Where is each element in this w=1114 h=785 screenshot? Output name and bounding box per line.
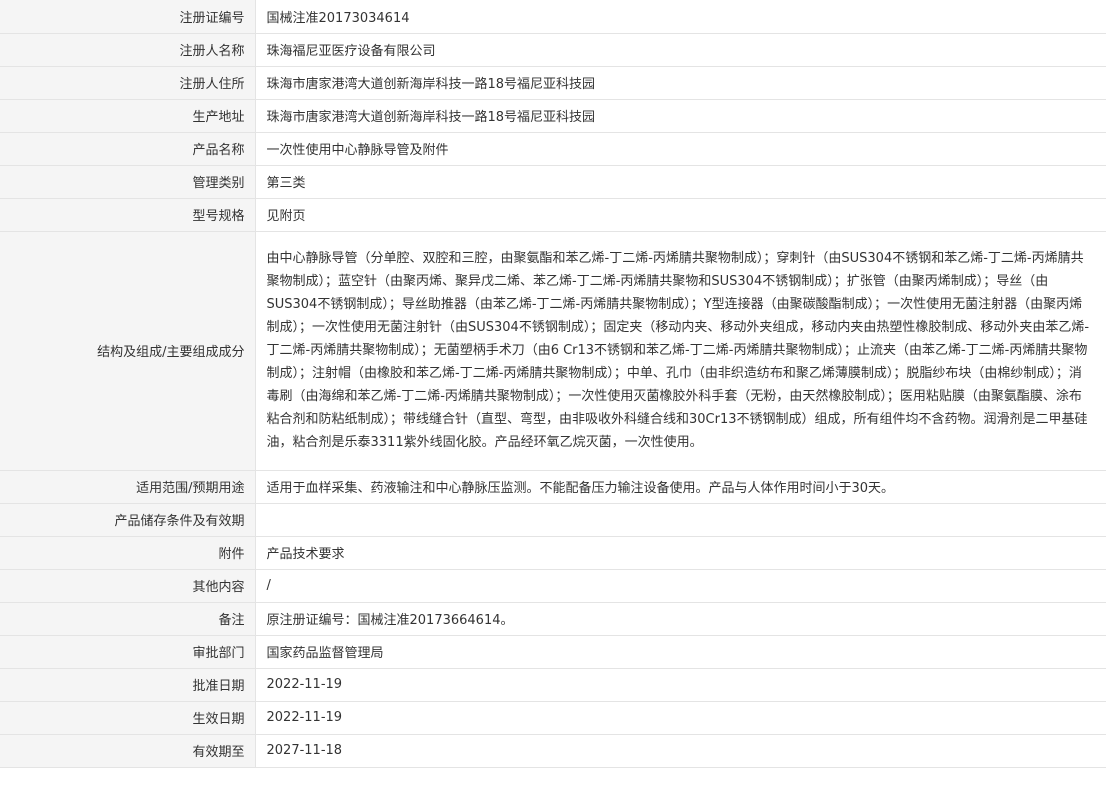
- row-registrant-name: 注册人名称 珠海福尼亚医疗设备有限公司: [0, 33, 1106, 67]
- value-model-spec: 见附页: [255, 198, 1106, 232]
- label-registrant-address: 注册人住所: [0, 66, 256, 100]
- label-management-category: 管理类别: [0, 165, 256, 199]
- row-structure-composition: 结构及组成/主要组成成分 由中心静脉导管（分单腔、双腔和三腔，由聚氨酯和苯乙烯-…: [0, 231, 1106, 471]
- row-other-content: 其他内容 /: [0, 569, 1106, 603]
- row-approval-date: 批准日期 2022-11-19: [0, 668, 1106, 702]
- row-management-category: 管理类别 第三类: [0, 165, 1106, 199]
- row-registrant-address: 注册人住所 珠海市唐家港湾大道创新海岸科技一路18号福尼亚科技园: [0, 66, 1106, 100]
- value-registrant-name: 珠海福尼亚医疗设备有限公司: [255, 33, 1106, 67]
- value-approval-department: 国家药品监督管理局: [255, 635, 1106, 669]
- label-production-address: 生产地址: [0, 99, 256, 133]
- row-registration-number: 注册证编号 国械注准20173034614: [0, 0, 1106, 34]
- label-registration-number: 注册证编号: [0, 0, 256, 34]
- value-approval-date: 2022-11-19: [255, 668, 1106, 702]
- label-approval-department: 审批部门: [0, 635, 256, 669]
- label-effective-date: 生效日期: [0, 701, 256, 735]
- row-intended-use: 适用范围/预期用途 适用于血样采集、药液输注和中心静脉压监测。不能配备压力输注设…: [0, 470, 1106, 504]
- row-expiry-date: 有效期至 2027-11-18: [0, 734, 1106, 768]
- value-registrant-address: 珠海市唐家港湾大道创新海岸科技一路18号福尼亚科技园: [255, 66, 1106, 100]
- value-attachment: 产品技术要求: [255, 536, 1106, 570]
- label-storage-validity: 产品储存条件及有效期: [0, 503, 256, 537]
- label-product-name: 产品名称: [0, 132, 256, 166]
- value-intended-use: 适用于血样采集、药液输注和中心静脉压监测。不能配备压力输注设备使用。产品与人体作…: [255, 470, 1106, 504]
- value-registration-number: 国械注准20173034614: [255, 0, 1106, 34]
- value-storage-validity: [255, 503, 1106, 537]
- value-production-address: 珠海市唐家港湾大道创新海岸科技一路18号福尼亚科技园: [255, 99, 1106, 133]
- value-management-category: 第三类: [255, 165, 1106, 199]
- label-model-spec: 型号规格: [0, 198, 256, 232]
- label-attachment: 附件: [0, 536, 256, 570]
- value-other-content: /: [255, 569, 1106, 603]
- label-intended-use: 适用范围/预期用途: [0, 470, 256, 504]
- row-approval-department: 审批部门 国家药品监督管理局: [0, 635, 1106, 669]
- label-approval-date: 批准日期: [0, 668, 256, 702]
- row-product-name: 产品名称 一次性使用中心静脉导管及附件: [0, 132, 1106, 166]
- label-other-content: 其他内容: [0, 569, 256, 603]
- value-structure-composition: 由中心静脉导管（分单腔、双腔和三腔，由聚氨酯和苯乙烯-丁二烯-丙烯腈共聚物制成）…: [255, 231, 1106, 471]
- value-effective-date: 2022-11-19: [255, 701, 1106, 735]
- registration-detail-table: 注册证编号 国械注准20173034614 注册人名称 珠海福尼亚医疗设备有限公…: [0, 0, 1106, 768]
- row-model-spec: 型号规格 见附页: [0, 198, 1106, 232]
- value-remarks: 原注册证编号：国械注准20173664614。: [255, 602, 1106, 636]
- row-attachment: 附件 产品技术要求: [0, 536, 1106, 570]
- label-structure-composition: 结构及组成/主要组成成分: [0, 231, 256, 471]
- row-remarks: 备注 原注册证编号：国械注准20173664614。: [0, 602, 1106, 636]
- row-storage-validity: 产品储存条件及有效期: [0, 503, 1106, 537]
- row-effective-date: 生效日期 2022-11-19: [0, 701, 1106, 735]
- value-product-name: 一次性使用中心静脉导管及附件: [255, 132, 1106, 166]
- value-expiry-date: 2027-11-18: [255, 734, 1106, 768]
- label-remarks: 备注: [0, 602, 256, 636]
- label-expiry-date: 有效期至: [0, 734, 256, 768]
- label-registrant-name: 注册人名称: [0, 33, 256, 67]
- row-production-address: 生产地址 珠海市唐家港湾大道创新海岸科技一路18号福尼亚科技园: [0, 99, 1106, 133]
